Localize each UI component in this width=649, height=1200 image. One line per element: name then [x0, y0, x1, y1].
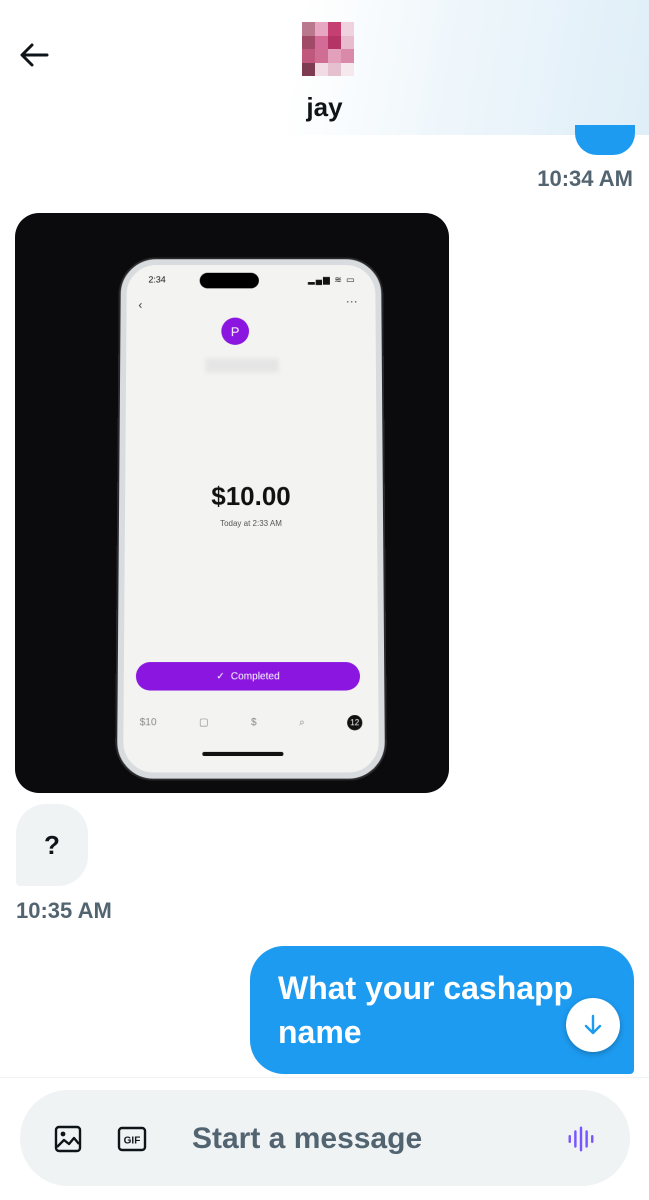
voice-message-button[interactable] [566, 1124, 596, 1154]
message-timestamp: 10:35 AM [16, 898, 112, 923]
previous-message-bubble [575, 125, 635, 155]
redacted-name [205, 358, 279, 373]
arrow-down-icon [584, 1014, 602, 1035]
check-icon: ✓ [216, 670, 225, 682]
phone-screenshot: 2:34 ▂▄▆ ≋ ▭ ‹ ··· P $10.00 Today at 2:3… [116, 259, 386, 779]
completed-status: ✓ Completed [135, 662, 361, 691]
incoming-message[interactable]: ? [16, 804, 88, 886]
gif-label: GIF [124, 1136, 141, 1147]
home-indicator [202, 751, 284, 757]
card-icon: ▢ [198, 717, 209, 729]
image-icon [54, 1125, 82, 1153]
phone-tab-bar: $10 ▢ $ ⌕ 12 [139, 715, 363, 731]
payment-date: Today at 2:33 AM [220, 518, 282, 528]
recipient-avatar: P [221, 317, 250, 345]
voice-wave-icon [568, 1126, 594, 1152]
media-message[interactable]: 2:34 ▂▄▆ ≋ ▭ ‹ ··· P $10.00 Today at 2:3… [15, 213, 449, 793]
message-timestamp: 10:34 AM [537, 166, 633, 191]
add-image-button[interactable] [53, 1124, 83, 1154]
message-composer: GIF [20, 1090, 630, 1186]
phone-clock: 2:34 [148, 274, 166, 285]
more-icon: ··· [345, 294, 358, 308]
payment-amount: $10.00 [211, 481, 291, 512]
arrow-left-icon [20, 43, 49, 67]
dollar-icon: $ [250, 717, 257, 729]
conversation-header: jay [0, 0, 649, 135]
add-gif-button[interactable]: GIF [117, 1124, 147, 1154]
scroll-to-bottom-button[interactable] [566, 998, 620, 1052]
chevron-left-icon: ‹ [138, 298, 143, 312]
search-icon: ⌕ [299, 717, 305, 729]
avatar[interactable] [302, 22, 354, 76]
signal-wifi-battery-icon: ▂▄▆ ≋ ▭ [307, 274, 356, 285]
conversation-title[interactable]: jay [0, 92, 649, 123]
message-input[interactable] [190, 1114, 554, 1164]
back-button[interactable] [14, 38, 54, 72]
gif-icon: GIF [117, 1126, 147, 1152]
completed-label: Completed [230, 670, 280, 682]
balance-tab: $10 [139, 717, 157, 729]
activity-badge: 12 [347, 715, 363, 731]
dynamic-island [199, 272, 259, 289]
